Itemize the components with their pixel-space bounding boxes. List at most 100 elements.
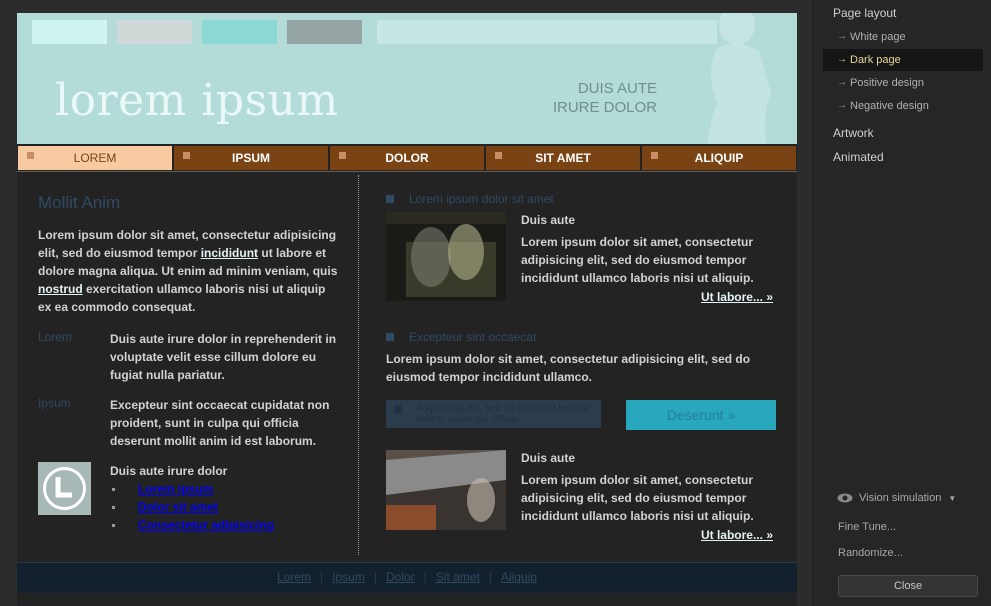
section-paragraph: Lorem ipsum dolor sit amet, consectetur …: [386, 352, 751, 384]
media-text: Lorem ipsum dolor sit amet, consectetur …: [521, 235, 754, 285]
chevron-down-icon: ▼: [948, 494, 957, 503]
clock-icon: [38, 462, 91, 515]
media-item-2: Duis aute Lorem ipsum dolor sit amet, co…: [386, 450, 776, 560]
nav-label: LOREM: [73, 151, 117, 165]
color-swatch-3: [202, 20, 277, 44]
note-box: Adipisicing elit, sed do eiusmod tempor …: [386, 400, 601, 428]
read-more-link[interactable]: Ut labore... »: [701, 528, 773, 542]
preview-area: lorem ipsum DUIS AUTE IRURE DOLOR LOREM …: [0, 0, 812, 606]
lorem-ipsum-link[interactable]: Lorem ipsum: [138, 482, 213, 496]
site-title: lorem ipsum: [55, 75, 339, 126]
nav-label: DOLOR: [385, 151, 429, 165]
thumbnail-image-2: [386, 450, 506, 530]
media-title: Duis aute: [521, 451, 576, 465]
definition-term: Lorem: [38, 330, 73, 344]
randomize-link[interactable]: Randomize...: [838, 547, 903, 559]
definition-row: Ipsum Excepteur sint occaecat cupidatat …: [38, 396, 338, 450]
square-bullet-icon: [386, 195, 394, 203]
dolor-sit-amet-link[interactable]: Dolor sit amet: [138, 500, 218, 514]
incididunt-link[interactable]: incididunt: [201, 246, 258, 260]
settings-sidebar: Page layout → White page → Dark page → Posi…: [812, 0, 991, 606]
nav-bullet-icon: [27, 152, 34, 159]
section-title: Mollit Anim: [38, 193, 121, 212]
nav-item-aliquip[interactable]: ALIQUIP: [642, 146, 796, 170]
arrow-right-icon: →: [837, 31, 847, 42]
media-item-1: Duis aute Lorem ipsum dolor sit amet, co…: [386, 212, 776, 322]
list-item: Consectetur adipisicing: [112, 516, 340, 534]
footer-link-dolor[interactable]: Dolor: [386, 570, 415, 584]
nav-bullet-icon: [339, 152, 346, 159]
option-label: White page: [850, 31, 906, 43]
right-column: Lorem ipsum dolor sit amet Duis aute Lor…: [386, 192, 776, 560]
site-footer: Lorem | Ipsum | Dolor | Sit amet | Aliquip: [17, 562, 797, 593]
nav-item-lorem[interactable]: LOREM: [18, 146, 172, 170]
vision-simulation-dropdown[interactable]: Vision simulation ▼: [837, 492, 956, 504]
arrow-right-icon: →: [837, 54, 847, 65]
arrow-right-icon: →: [837, 77, 847, 88]
header-bar: [377, 20, 717, 44]
list-item: Dolor sit amet: [112, 498, 340, 516]
thumbnail-image-1: [386, 212, 506, 301]
artwork-section[interactable]: Artwork: [833, 126, 874, 140]
close-button[interactable]: Close: [838, 575, 978, 597]
color-swatch-1: [32, 20, 107, 44]
page-layout-heading: Page layout: [833, 6, 897, 20]
nav-label: SIT AMET: [535, 151, 591, 165]
icon-link-list: Duis aute irure dolor Lorem ipsum Dolor …: [110, 462, 340, 534]
nav-item-ipsum[interactable]: IPSUM: [174, 146, 328, 170]
nav-bullet-icon: [495, 152, 502, 159]
section-heading: Lorem ipsum dolor sit amet: [386, 192, 776, 206]
column-divider: [358, 175, 359, 555]
square-bullet-icon: [386, 333, 394, 341]
color-swatch-4: [287, 20, 362, 44]
icon-list-heading: Duis aute irure dolor: [110, 464, 228, 478]
silhouette-figure-icon: [707, 13, 771, 144]
main-nav: LOREM IPSUM DOLOR SIT AMET ALIQUIP: [17, 144, 797, 172]
icon-link-block: Duis aute irure dolor Lorem ipsum Dolor …: [38, 462, 338, 542]
animated-section[interactable]: Animated: [833, 150, 884, 164]
layout-option-positive-design[interactable]: → Positive design: [823, 72, 983, 94]
option-label: Dark page: [850, 54, 901, 66]
consectetur-adipisicing-link[interactable]: Consectetur adipisicing: [138, 518, 274, 532]
read-more-link[interactable]: Ut labore... »: [701, 290, 773, 304]
section-heading: Excepteur sint occaecat: [386, 330, 776, 344]
nav-item-dolor[interactable]: DOLOR: [330, 146, 484, 170]
list-item: Lorem ipsum: [112, 480, 340, 498]
footer-separator: |: [423, 570, 427, 584]
layout-option-white-page[interactable]: → White page: [823, 26, 983, 48]
nav-bullet-icon: [183, 152, 190, 159]
section-heading-text: Lorem ipsum dolor sit amet: [409, 192, 554, 206]
footer-link-aliquip[interactable]: Aliquip: [501, 570, 537, 584]
site-header: lorem ipsum DUIS AUTE IRURE DOLOR: [17, 13, 797, 144]
arrow-right-icon: →: [837, 100, 847, 111]
subtitle-line-1: DUIS AUTE: [577, 80, 657, 97]
footer-separator: |: [488, 570, 492, 584]
definition-term: Ipsum: [38, 396, 71, 410]
fine-tune-link[interactable]: Fine Tune...: [838, 521, 896, 533]
option-label: Positive design: [850, 77, 924, 89]
definition-list: Lorem Duis aute irure dolor in reprehend…: [38, 330, 338, 450]
color-swatch-2: [117, 20, 192, 44]
footer-link-ipsum[interactable]: Ipsum: [332, 570, 365, 584]
vision-label: Vision simulation: [859, 492, 942, 504]
footer-link-sit-amet[interactable]: Sit amet: [436, 570, 480, 584]
intro-paragraph: Lorem ipsum dolor sit amet, consectetur …: [38, 226, 338, 316]
square-bullet-icon: [394, 406, 402, 414]
footer-separator: |: [373, 570, 377, 584]
nav-label: ALIQUIP: [694, 151, 744, 165]
media-title: Duis aute: [521, 213, 576, 227]
definition-desc: Excepteur sint occaecat cupidatat non pr…: [110, 398, 330, 448]
site-subtitle: DUIS AUTE IRURE DOLOR: [553, 79, 657, 117]
layout-option-dark-page[interactable]: → Dark page: [823, 49, 983, 71]
footer-link-lorem[interactable]: Lorem: [277, 570, 311, 584]
nav-item-sit-amet[interactable]: SIT AMET: [486, 146, 640, 170]
nostrud-link[interactable]: nostrud: [38, 282, 83, 296]
definition-row: Lorem Duis aute irure dolor in reprehend…: [38, 330, 338, 384]
left-column: Mollit Anim Lorem ipsum dolor sit amet, …: [38, 193, 338, 542]
layout-option-negative-design[interactable]: → Negative design: [823, 95, 983, 117]
note-text: Adipisicing elit, sed do eiusmod tempor …: [416, 403, 590, 425]
deserunt-button[interactable]: Deserunt »: [626, 400, 776, 430]
section-heading-text: Excepteur sint occaecat: [409, 330, 537, 344]
media-text: Lorem ipsum dolor sit amet, consectetur …: [521, 473, 754, 523]
media-body: Duis aute Lorem ipsum dolor sit amet, co…: [521, 212, 771, 287]
